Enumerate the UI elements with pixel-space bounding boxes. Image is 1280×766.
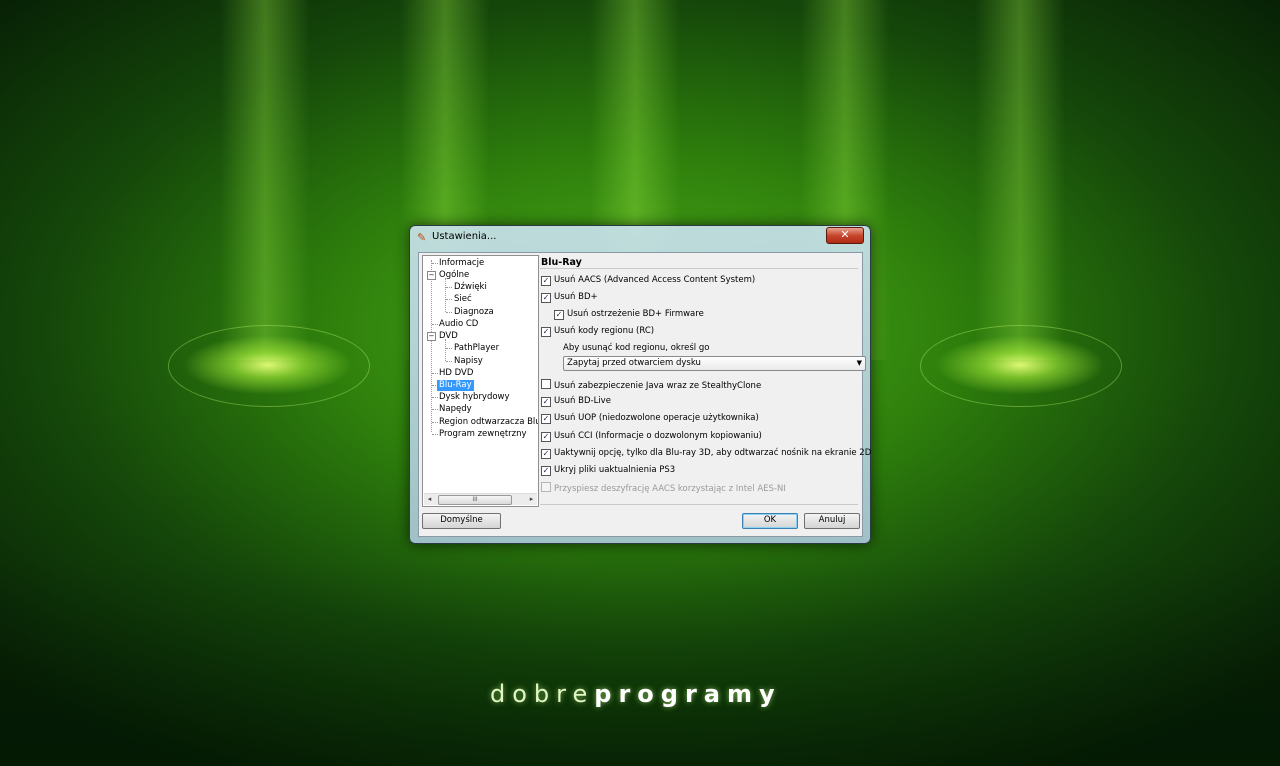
option-remove-bd-plus-firmware-warning[interactable]: ✓ Usuń ostrzeżenie BD+ Firmware xyxy=(554,309,704,320)
light-ring xyxy=(168,325,370,407)
option-remove-bd-plus[interactable]: ✓ Usuń BD+ xyxy=(541,292,598,303)
tree-horizontal-scrollbar[interactable]: ◂ III ▸ xyxy=(424,493,537,505)
checkbox-checked-icon[interactable]: ✓ xyxy=(541,449,551,459)
tree-item-pathplayer[interactable]: PathPlayer xyxy=(454,343,499,354)
tree-item-region-odtwarzacza[interactable]: Region odtwarzacza Blu-R xyxy=(439,417,538,428)
tree-toggle-ogolne[interactable]: − xyxy=(427,271,436,280)
floor-shade xyxy=(0,560,1280,766)
region-code-label: Aby usunąć kod regionu, określ go xyxy=(563,343,710,353)
tree-item-program-zewnetrzny[interactable]: Program zewnętrzny xyxy=(439,429,527,440)
tree-item-informacje[interactable]: Informacje xyxy=(439,258,484,269)
checkbox-checked-icon[interactable]: ✓ xyxy=(554,310,564,320)
checkbox-checked-icon[interactable]: ✓ xyxy=(541,276,551,286)
tree-item-ogolne[interactable]: Ogólne xyxy=(439,270,469,281)
tree-item-dzwieki[interactable]: Dźwięki xyxy=(454,282,487,293)
option-remove-uop[interactable]: ✓ Usuń UOP (niedozwolone operacje użytkow… xyxy=(541,413,759,424)
brand-logo: dobreprogramy xyxy=(490,680,782,708)
checkbox-checked-icon[interactable]: ✓ xyxy=(541,432,551,442)
checkbox-checked-icon[interactable]: ✓ xyxy=(541,466,551,476)
option-remove-aacs[interactable]: ✓ Usuń AACS (Advanced Access Content Syst… xyxy=(541,275,755,286)
tree-item-blu-ray[interactable]: Blu-Ray xyxy=(437,380,474,391)
light-pillar xyxy=(975,0,1065,360)
tree-item-napedy[interactable]: Napędy xyxy=(439,404,472,415)
checkbox-checked-icon[interactable]: ✓ xyxy=(541,397,551,407)
option-hide-ps3-updates[interactable]: ✓ Ukryj pliki uaktualnienia PS3 xyxy=(541,465,675,476)
tree-item-diagnoza[interactable]: Diagnoza xyxy=(454,307,494,318)
tree-item-siec[interactable]: Sieć xyxy=(454,294,472,305)
checkbox-checked-icon[interactable]: ✓ xyxy=(541,414,551,424)
tree-toggle-dvd[interactable]: − xyxy=(427,332,436,341)
tree-item-dysk-hybrydowy[interactable]: Dysk hybrydowy xyxy=(439,392,510,403)
tree-item-dvd[interactable]: DVD xyxy=(439,331,458,342)
section-divider xyxy=(540,268,858,269)
light-ring xyxy=(920,325,1122,407)
checkbox-checked-icon[interactable]: ✓ xyxy=(541,293,551,303)
option-remove-region-codes[interactable]: ✓ Usuń kody regionu (RC) xyxy=(541,326,654,337)
option-bluray-3d-as-2d[interactable]: ✓ Uaktywnij opcję, tylko dla Blu-ray 3D, … xyxy=(541,448,871,459)
checkbox-checked-icon[interactable]: ✓ xyxy=(541,327,551,337)
tree-item-hd-dvd[interactable]: HD DVD xyxy=(439,368,473,379)
defaults-button[interactable]: Domyślne xyxy=(422,513,501,529)
light-pillar xyxy=(220,0,310,360)
ok-button[interactable]: OK xyxy=(742,513,798,529)
close-button[interactable]: ✕ xyxy=(826,227,864,244)
settings-dialog: ✎ Ustawienia... ✕ − − Informacje Ogólne xyxy=(409,225,871,544)
settings-tree: − − Informacje Ogólne Dźwięki Sieć Diagn… xyxy=(422,255,539,507)
scroll-left-icon[interactable]: ◂ xyxy=(424,494,435,505)
option-remove-cci[interactable]: ✓ Usuń CCI (Informacje o dozwolonym kopio… xyxy=(541,431,762,442)
region-code-select[interactable]: Zapytaj przed otwarciem dysku ▼ xyxy=(563,356,866,371)
tree-item-audio-cd[interactable]: Audio CD xyxy=(439,319,478,330)
option-remove-bd-live[interactable]: ✓ Usuń BD-Live xyxy=(541,396,611,407)
title-bar[interactable]: ✎ Ustawienia... ✕ xyxy=(410,226,870,250)
scroll-right-icon[interactable]: ▸ xyxy=(526,494,537,505)
option-remove-java-protection[interactable]: Usuń zabezpieczenie Java wraz ze Stealth… xyxy=(541,379,761,392)
window-title: Ustawienia... xyxy=(432,231,497,242)
cancel-button[interactable]: Anuluj xyxy=(804,513,860,529)
tree-item-napisy[interactable]: Napisy xyxy=(454,356,483,367)
bottom-divider xyxy=(540,504,858,505)
chevron-down-icon[interactable]: ▼ xyxy=(857,357,862,370)
section-title: Blu-Ray xyxy=(541,257,582,268)
dialog-client: − − Informacje Ogólne Dźwięki Sieć Diagn… xyxy=(418,252,871,537)
option-aes-ni-acceleration: Przyspiesz deszyfrację AACS korzystając … xyxy=(541,482,786,495)
checkbox-unchecked-icon[interactable] xyxy=(541,379,551,389)
checkbox-disabled-icon xyxy=(541,482,551,492)
wrench-icon: ✎ xyxy=(417,231,427,244)
scroll-thumb[interactable]: III xyxy=(438,495,512,505)
